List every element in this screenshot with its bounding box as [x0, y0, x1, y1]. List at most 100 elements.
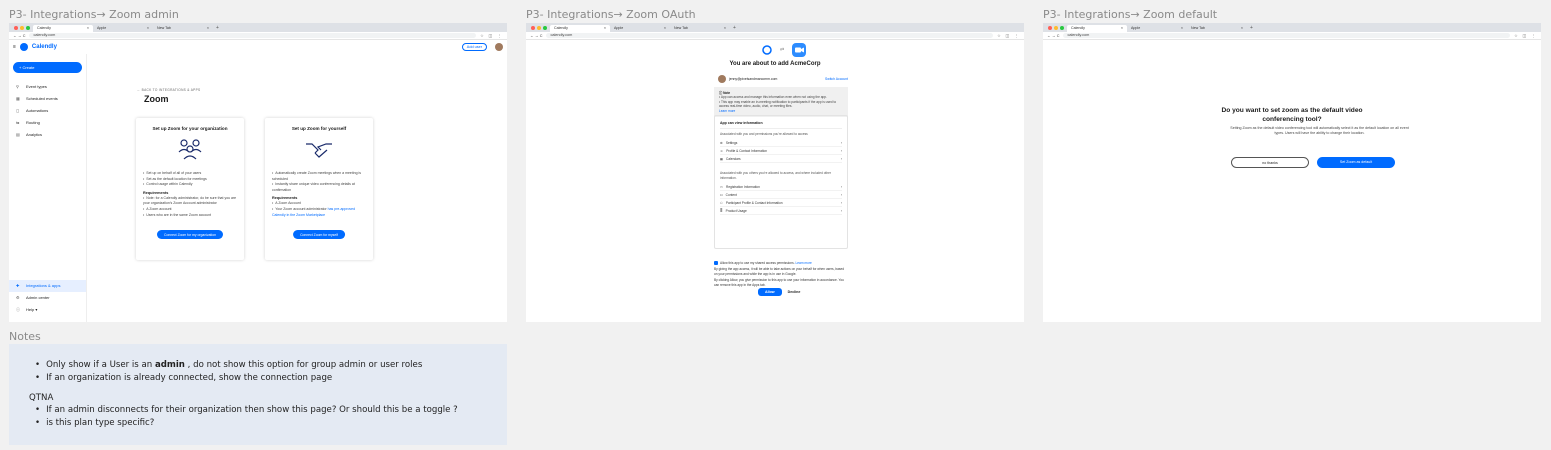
- chat-icon: ◻: [16, 108, 20, 113]
- app-header: ≡ Calendly Add user: [9, 40, 507, 54]
- chevron-right-icon: ›: [840, 193, 842, 198]
- consent-checkbox[interactable]: [714, 261, 718, 266]
- sidebar-item-event-types[interactable]: ⚲ Event types: [9, 81, 86, 93]
- sidebar-item-automations[interactable]: ◻ Automations: [9, 105, 86, 117]
- create-button[interactable]: + Create: [13, 62, 82, 73]
- sidebar-item-help[interactable]: ⓘ Help ▾: [9, 304, 86, 316]
- chevron-right-icon: ›: [840, 209, 842, 214]
- new-tab-button[interactable]: +: [213, 25, 222, 32]
- browser-tab[interactable]: New Tab ×: [1187, 25, 1247, 32]
- browser-tab[interactable]: Apple ×: [93, 25, 153, 32]
- calendly-app-icon: [762, 45, 772, 55]
- help-icon: ⓘ: [16, 307, 20, 312]
- browser-tab[interactable]: Apple ×: [1127, 25, 1187, 32]
- switch-account-link[interactable]: Switch Account: [825, 77, 848, 81]
- nav-arrows-icon[interactable]: ← → C: [1047, 34, 1059, 38]
- avatar[interactable]: [495, 43, 503, 51]
- account-email: jenny@pixelsandmarcomm.com: [729, 77, 778, 81]
- frame-title-admin: P3- Integrations→ Zoom admin: [9, 8, 179, 21]
- link-arrows-icon: ⇄: [780, 47, 785, 53]
- browser-tab[interactable]: New Tab ×: [153, 25, 213, 32]
- browser-tab[interactable]: New Tab ×: [670, 25, 730, 32]
- permission-row[interactable]: ▦ Calendars ›: [720, 155, 842, 164]
- no-thanks-button[interactable]: no thanks: [1231, 157, 1309, 168]
- self-setup-card: Set up Zoom for yourself Automatically c…: [265, 118, 373, 260]
- browser-tabbar: Calendly × Apple × New Tab × +: [1043, 23, 1541, 32]
- sidebar: + Create ⚲ Event types ▦ Scheduled events …: [9, 54, 87, 322]
- browser-actions-icon[interactable]: ☆ ◫ ⋮: [1514, 33, 1537, 38]
- org-setup-card: Set up Zoom for your organization Set up…: [136, 118, 244, 260]
- requirements-list: Note: for a Calendly administrator, do b…: [143, 196, 237, 218]
- feature-list: Automatically create Zoom meetings when …: [272, 171, 366, 193]
- browser-tab[interactable]: Calendly ×: [33, 25, 93, 32]
- consent-text: Allow this app to use my shared access p…: [720, 261, 795, 265]
- permissions-subtitle: Associated with you and permissions you'…: [720, 132, 808, 136]
- new-tab-button[interactable]: +: [1247, 25, 1256, 32]
- sidebar-item-scheduled-events[interactable]: ▦ Scheduled events: [9, 93, 86, 105]
- routing-icon: ⇆: [16, 120, 20, 125]
- requirements-label: Requirements: [272, 196, 298, 201]
- default-dialog-actions: no thanks Set Zoom as default: [1231, 157, 1395, 168]
- permission-row[interactable]: ▭ Registration Information ›: [720, 183, 842, 192]
- browser-tabbar: Calendly × Apple × New Tab × +: [526, 23, 1024, 32]
- chevron-right-icon: ›: [840, 201, 842, 206]
- handshake-illustration-icon: [272, 137, 366, 161]
- learn-more-link[interactable]: Learn more: [719, 109, 843, 113]
- permission-row[interactable]: ⊡ Content ›: [720, 191, 842, 200]
- nav-arrows-icon[interactable]: ← → C: [13, 34, 25, 38]
- set-default-button[interactable]: Set Zoom as default: [1317, 157, 1395, 168]
- registration-icon: ▭: [720, 185, 724, 190]
- menu-icon[interactable]: ≡: [13, 44, 16, 50]
- browser-actions-icon[interactable]: ☆ ◫ ⋮: [480, 33, 503, 38]
- chevron-right-icon: ›: [840, 157, 842, 162]
- sidebar-item-routing[interactable]: ⇆ Routing: [9, 117, 86, 129]
- puzzle-icon: ✚: [16, 283, 20, 288]
- note-item: If an admin disconnects for their organi…: [35, 404, 487, 417]
- browser-tab[interactable]: Calendly ×: [1067, 25, 1127, 32]
- qtna-label: QTNA: [29, 393, 54, 403]
- permission-row[interactable]: ⚇ Participant Profile & Contact Informati…: [720, 199, 842, 208]
- permission-row[interactable]: ☺ Profile & Contact Information ›: [720, 147, 842, 156]
- participants-icon: ⚇: [720, 201, 723, 206]
- sidebar-item-integrations[interactable]: ✚ Integrations & apps: [9, 280, 86, 292]
- sidebar-item-analytics[interactable]: ▤ Analytics: [9, 129, 86, 141]
- requirements-label: Requirements: [143, 190, 169, 195]
- legal-text: By clicking Allow, you give permission t…: [714, 278, 844, 287]
- note-line: • This app may enable an in-meeting noti…: [719, 99, 837, 109]
- allow-button[interactable]: Allow: [758, 288, 782, 296]
- default-dialog-title: Do you want to set zoom as the default v…: [1221, 107, 1363, 123]
- address-bar[interactable]: calendly.com: [29, 32, 477, 39]
- learn-more-link[interactable]: Learn more: [795, 261, 811, 265]
- address-bar[interactable]: calendly.com: [546, 32, 994, 39]
- app-logo[interactable]: Calendly: [32, 44, 57, 50]
- connect-self-button[interactable]: Connect Zoom for myself: [293, 230, 345, 239]
- browser-tab[interactable]: Apple ×: [610, 25, 670, 32]
- list-item: Automatically create Zoom meetings when …: [272, 171, 366, 182]
- new-tab-button[interactable]: +: [730, 25, 739, 32]
- legal-text: By giving the app access, it will be abl…: [714, 267, 845, 276]
- add-user-button[interactable]: Add user: [461, 43, 487, 51]
- sidebar-item-admin-center[interactable]: ⚙ Admin center: [9, 292, 86, 304]
- oauth-app-icons: ⇄: [762, 43, 807, 57]
- admin-icon: ⚙: [16, 295, 20, 300]
- gear-icon: ⚙: [720, 141, 723, 146]
- oauth-title: You are about to add AcmeCorp: [729, 61, 821, 67]
- notes-title: Notes: [9, 330, 41, 343]
- permission-row[interactable]: ⚙ Settings ›: [720, 139, 842, 148]
- list-item: Control usage within Calendly: [143, 182, 237, 188]
- nav-arrows-icon[interactable]: ← → C: [530, 34, 542, 38]
- back-link[interactable]: ← BACK TO INTEGRATIONS & APPS: [137, 88, 200, 92]
- window-controls[interactable]: [1045, 23, 1067, 32]
- browser-tab[interactable]: Calendly ×: [550, 25, 610, 32]
- window-controls[interactable]: [11, 23, 33, 32]
- browser-urlbar: ← → C calendly.com ☆ ◫ ⋮: [1043, 32, 1541, 40]
- browser-actions-icon[interactable]: ☆ ◫ ⋮: [997, 33, 1020, 38]
- connect-org-button[interactable]: Connect Zoom for my organization: [156, 230, 224, 239]
- calendar-icon: ▦: [16, 96, 20, 101]
- permission-row[interactable]: ≣ Product Usage ›: [720, 207, 842, 216]
- window-controls[interactable]: [528, 23, 550, 32]
- decline-button[interactable]: Decline: [788, 290, 801, 294]
- chevron-right-icon: ›: [840, 149, 842, 154]
- feature-list: Set up on behalf of all of your users Se…: [143, 171, 237, 188]
- address-bar[interactable]: calendly.com: [1063, 32, 1511, 39]
